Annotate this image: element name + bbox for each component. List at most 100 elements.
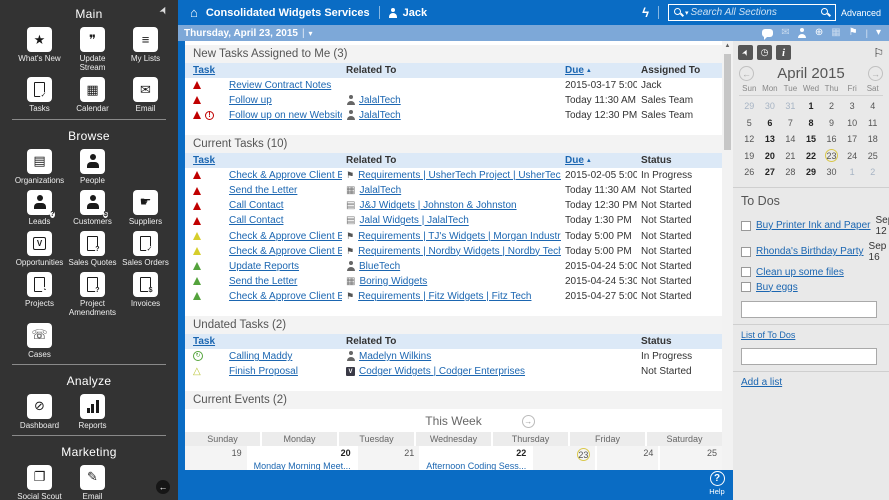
search-scope-icon[interactable] bbox=[673, 7, 684, 18]
new-list-input[interactable] bbox=[741, 348, 877, 365]
sidebar-item-suppliers[interactable]: ☛Suppliers bbox=[119, 190, 172, 226]
calendar-date[interactable]: 10 bbox=[842, 115, 863, 132]
sidebar-item-my-lists[interactable]: ≡My Lists bbox=[119, 27, 172, 72]
calendar-date[interactable]: 22 bbox=[801, 148, 822, 165]
sidebar-item-sales-quotes[interactable]: ?Sales Quotes bbox=[66, 231, 119, 267]
related-link[interactable]: JalalTech bbox=[359, 185, 401, 196]
next-month-button[interactable]: → bbox=[868, 66, 883, 81]
sidebar-item-customers[interactable]: $Customers bbox=[66, 190, 119, 226]
calendar-date[interactable]: 29 bbox=[801, 164, 822, 181]
sidebar-item-reports[interactable]: Reports bbox=[66, 394, 119, 430]
related-link[interactable]: Madelyn Wilkins bbox=[359, 351, 431, 362]
todo-link[interactable]: Rhonda's Birthday Party bbox=[756, 246, 864, 257]
people-icon[interactable] bbox=[798, 28, 807, 38]
help-button[interactable]: ? Help bbox=[704, 471, 730, 496]
calendar-date[interactable]: 5 bbox=[739, 115, 760, 132]
calendar-date[interactable]: 31 bbox=[780, 98, 801, 115]
sidebar-item-email[interactable]: ✉Email bbox=[119, 77, 172, 113]
sidebar-item-opportunities[interactable]: VOpportunities bbox=[13, 231, 66, 267]
related-link[interactable]: Requirements | Fitz Widgets | Fitz Tech bbox=[358, 291, 531, 302]
sort-by-task[interactable]: Task bbox=[193, 336, 215, 347]
calendar-date[interactable]: 6 bbox=[760, 115, 781, 132]
event-link[interactable]: Monday Morning Meet... bbox=[254, 461, 351, 470]
todo-checkbox[interactable] bbox=[741, 247, 751, 257]
todo-list-link[interactable]: List of To Dos bbox=[741, 330, 795, 340]
calendar-date[interactable]: 12 bbox=[739, 131, 760, 148]
related-link[interactable]: Requirements | TJ's Widgets | Morgan Ind… bbox=[358, 231, 561, 242]
todo-checkbox[interactable] bbox=[741, 267, 751, 277]
sidebar-item-project-amendments[interactable]: ?Project Amendments bbox=[66, 272, 119, 317]
brand-title[interactable]: Consolidated Widgets Services bbox=[206, 7, 370, 19]
calendar-date[interactable]: 24 bbox=[842, 148, 863, 165]
calendar-date[interactable]: 13 bbox=[760, 131, 781, 148]
todo-link[interactable]: Clean up some files bbox=[756, 267, 844, 278]
related-link[interactable]: J&J Widgets | Johnston & Johnston bbox=[359, 200, 516, 211]
flag-icon[interactable]: ⚑ bbox=[849, 28, 858, 38]
scroll-up-icon[interactable]: ▲ bbox=[722, 41, 733, 49]
related-link[interactable]: Jalal Widgets | JalalTech bbox=[359, 216, 468, 227]
chat-icon[interactable] bbox=[762, 29, 773, 37]
task-link[interactable]: Review Contract Notes bbox=[229, 80, 331, 91]
calendar-date[interactable]: 26 bbox=[739, 164, 760, 181]
sidebar-item-tasks[interactable]: ✓Tasks bbox=[13, 77, 66, 113]
task-link[interactable]: Update Reports bbox=[229, 261, 299, 272]
sidebar-item-organizations[interactable]: ▤Organizations bbox=[13, 149, 66, 185]
todo-link[interactable]: Buy Printer Ink and Paper bbox=[756, 220, 871, 231]
clock-icon[interactable]: ◷ bbox=[757, 45, 772, 60]
search-scope-caret-icon[interactable]: ▾ bbox=[685, 9, 689, 17]
sort-by-due[interactable]: Due bbox=[565, 155, 584, 166]
calendar-date[interactable]: 30 bbox=[821, 164, 842, 181]
sidebar-item-leads[interactable]: ?Leads bbox=[13, 190, 66, 226]
task-link[interactable]: Send the Letter bbox=[229, 276, 297, 287]
calendar-date[interactable]: 23 bbox=[821, 148, 842, 165]
calendar-date[interactable]: 11 bbox=[862, 115, 883, 132]
task-link[interactable]: Check & Approve Client Brief bbox=[229, 246, 342, 257]
related-link[interactable]: Requirements | UsherTech Project | Usher… bbox=[358, 170, 561, 181]
task-link[interactable]: Send the Letter bbox=[229, 185, 297, 196]
sort-by-due[interactable]: Due bbox=[565, 65, 584, 76]
todo-checkbox[interactable] bbox=[741, 282, 751, 292]
user-menu[interactable]: Jack bbox=[403, 7, 427, 19]
task-link[interactable]: Call Contact bbox=[229, 215, 283, 226]
related-link[interactable]: Codger Widgets | Codger Enterprises bbox=[359, 366, 525, 377]
sidebar-item-calendar[interactable]: ▦Calendar bbox=[66, 77, 119, 113]
new-todo-input[interactable] bbox=[741, 301, 877, 318]
globe-icon[interactable]: ⊕ bbox=[815, 28, 823, 38]
calendar-date[interactable]: 2 bbox=[862, 164, 883, 181]
calendar-date[interactable]: 15 bbox=[801, 131, 822, 148]
vertical-scrollbar[interactable]: ▲ bbox=[722, 41, 733, 470]
sort-by-task[interactable]: Task bbox=[193, 65, 215, 76]
add-list-link[interactable]: Add a list bbox=[741, 377, 782, 388]
calendar-date[interactable]: 3 bbox=[842, 98, 863, 115]
next-week-button[interactable]: → bbox=[522, 415, 535, 428]
apps-icon[interactable]: ▦ bbox=[831, 28, 840, 38]
task-link[interactable]: Finish Proposal bbox=[229, 366, 298, 377]
calendar-date[interactable]: 8 bbox=[801, 115, 822, 132]
todo-link[interactable]: Buy eggs bbox=[756, 282, 798, 293]
calendar-date[interactable]: 2 bbox=[821, 98, 842, 115]
calendar-date[interactable]: 9 bbox=[821, 115, 842, 132]
calendar-date[interactable]: 27 bbox=[760, 164, 781, 181]
calendar-date[interactable]: 16 bbox=[821, 131, 842, 148]
task-link[interactable]: Follow up bbox=[229, 95, 272, 106]
calendar-date[interactable]: 1 bbox=[842, 164, 863, 181]
todo-checkbox[interactable] bbox=[741, 221, 751, 231]
quick-create-icon[interactable]: ϟ bbox=[642, 5, 649, 20]
sidebar-item-update-stream[interactable]: ❞Update Stream bbox=[66, 27, 119, 72]
sidebar-item-people[interactable]: People bbox=[66, 149, 119, 185]
mail-icon[interactable]: ✉ bbox=[781, 28, 789, 38]
sidebar-item-sales-orders[interactable]: ✓Sales Orders bbox=[119, 231, 172, 267]
sort-by-task[interactable]: Task bbox=[193, 155, 215, 166]
calendar-date[interactable]: 19 bbox=[739, 148, 760, 165]
task-link[interactable]: Call Contact bbox=[229, 200, 283, 211]
sidebar-item-social-scout[interactable]: ❐Social Scout bbox=[13, 465, 66, 500]
calendar-date[interactable]: 21 bbox=[780, 148, 801, 165]
prev-month-button[interactable]: ← bbox=[739, 66, 754, 81]
sidebar-item-cases[interactable]: ☏Cases bbox=[13, 323, 66, 359]
sidebar-item-invoices[interactable]: $Invoices bbox=[119, 272, 172, 317]
calendar-date[interactable]: 28 bbox=[780, 164, 801, 181]
flag-outline-icon[interactable]: ⚐ bbox=[873, 46, 884, 60]
related-link[interactable]: JalalTech bbox=[359, 95, 401, 106]
task-link[interactable]: Check & Approve Client Brief bbox=[229, 231, 342, 242]
task-link[interactable]: Check & Approve Client Brief bbox=[229, 170, 342, 181]
